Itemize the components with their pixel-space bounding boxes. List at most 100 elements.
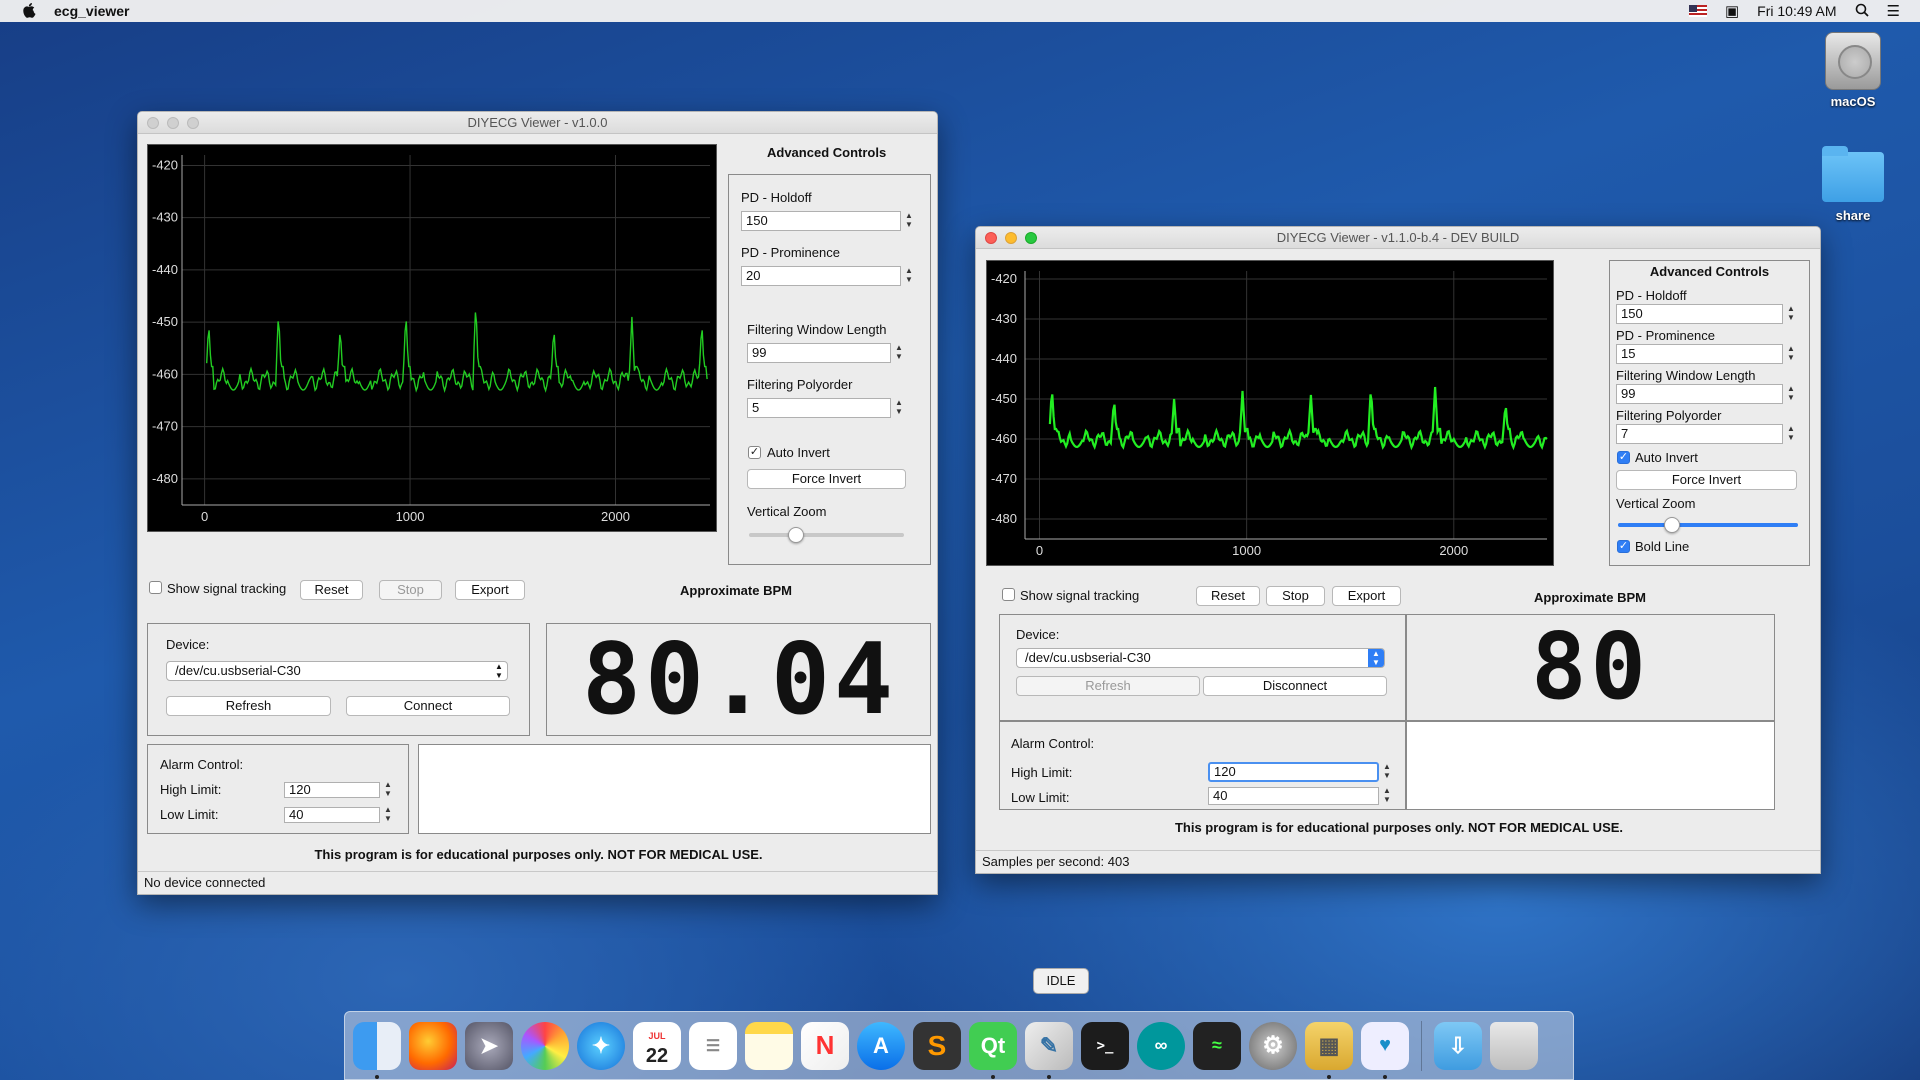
low-limit-spinbox[interactable]: 40 — [1208, 787, 1379, 805]
auto-invert-checkbox[interactable]: ✓ — [1617, 451, 1630, 464]
device-panel: Device: /dev/cu.usbserial-C30 ▲ ▼ Refresh … — [147, 623, 530, 736]
finder-icon[interactable] — [353, 1021, 401, 1079]
low-limit-spinbox[interactable]: 40 — [284, 807, 380, 823]
menubar-clock[interactable]: Fri 10:49 AM — [1757, 3, 1836, 19]
vertical-zoom-slider[interactable] — [1618, 517, 1798, 533]
disconnect-button[interactable]: Disconnect — [1203, 676, 1387, 696]
firefox-icon[interactable] — [409, 1021, 457, 1070]
calendar-icon[interactable]: JUL 22 — [633, 1021, 681, 1070]
y-tick-label: -450 — [152, 314, 178, 329]
ecg-trace — [1048, 386, 1548, 451]
auto-invert-checkbox[interactable]: ✓ — [748, 446, 761, 459]
vertical-zoom-label: Vertical Zoom — [1616, 496, 1696, 511]
force-invert-button[interactable]: Force Invert — [747, 469, 906, 489]
close-window-button[interactable] — [985, 232, 997, 244]
slider-knob[interactable] — [787, 527, 804, 543]
polyorder-stepper[interactable]: ▲ ▼ — [1785, 424, 1797, 444]
y-tick-label: -480 — [152, 471, 178, 486]
connect-button[interactable]: Connect — [346, 696, 510, 716]
high-limit-spinbox[interactable]: 120 — [284, 782, 380, 798]
minimize-window-button[interactable] — [1005, 232, 1017, 244]
minimize-window-button[interactable] — [167, 117, 179, 129]
window-title-bar[interactable]: DIYECG Viewer - v1.0.0 — [138, 112, 937, 134]
stop-button[interactable]: Stop — [1266, 586, 1325, 606]
zoom-window-button[interactable] — [1025, 232, 1037, 244]
trash-icon[interactable] — [1490, 1021, 1538, 1070]
news-icon[interactable]: N — [801, 1021, 849, 1070]
polyorder-label: Filtering Polyorder — [1616, 408, 1722, 423]
input-source-flag-icon[interactable] — [1688, 5, 1707, 17]
refresh-button[interactable]: Refresh — [1016, 676, 1200, 696]
high-limit-label: High Limit: — [160, 782, 222, 797]
close-window-button[interactable] — [147, 117, 159, 129]
arduino-icon[interactable]: ∞ — [1137, 1021, 1185, 1070]
reset-button[interactable]: Reset — [1196, 586, 1260, 606]
holdoff-spinbox[interactable]: 150 — [741, 211, 901, 231]
prominence-spinbox[interactable]: 15 — [1616, 344, 1783, 364]
high-limit-stepper[interactable]: ▲ ▼ — [382, 780, 394, 800]
system-preferences-icon[interactable]: ⚙ — [1249, 1021, 1297, 1070]
vertical-zoom-slider[interactable] — [749, 527, 904, 543]
export-button[interactable]: Export — [1332, 586, 1401, 606]
desktop-disk-macos[interactable]: macOS — [1808, 32, 1898, 109]
show-tracking-checkbox[interactable] — [149, 581, 162, 594]
low-limit-stepper[interactable]: ▲ ▼ — [382, 805, 394, 825]
launchpad-icon[interactable]: ➤ — [465, 1021, 513, 1070]
prominence-spinbox[interactable]: 20 — [741, 266, 901, 286]
spotlight-search-icon[interactable] — [1855, 3, 1869, 20]
force-invert-button[interactable]: Force Invert — [1616, 470, 1797, 490]
stop-button[interactable]: Stop — [379, 580, 442, 600]
desktop-folder-share[interactable]: share — [1808, 146, 1898, 223]
window-dev-build[interactable]: DIYECG Viewer - v1.1.0-b.4 - DEV BUILD -… — [975, 226, 1821, 874]
notification-center-icon[interactable]: ☰ — [1887, 2, 1900, 20]
qt-creator-icon[interactable]: Qt — [969, 1021, 1017, 1079]
activity-monitor-icon[interactable]: ≈ — [1193, 1021, 1241, 1070]
high-limit-spinbox[interactable]: 120 — [1208, 762, 1379, 782]
slider-knob[interactable] — [1664, 517, 1680, 533]
safari-icon[interactable]: ✦ — [577, 1021, 625, 1070]
status-bar: No device connected — [138, 871, 937, 893]
show-tracking-checkbox[interactable] — [1002, 588, 1015, 601]
polyorder-stepper[interactable]: ▲ ▼ — [893, 398, 905, 418]
refresh-button[interactable]: Refresh — [166, 696, 331, 716]
menu-bar: ecg_viewer ▣ Fri 10:49 AM ☰ — [0, 0, 1920, 22]
filter-window-spinbox[interactable]: 99 — [747, 343, 891, 363]
prominence-stepper[interactable]: ▲ ▼ — [903, 266, 915, 286]
photos-icon[interactable] — [521, 1021, 569, 1070]
polyorder-spinbox[interactable]: 5 — [747, 398, 891, 418]
export-button[interactable]: Export — [455, 580, 525, 600]
ecg-viewer-app-icon[interactable]: ♥ — [1361, 1021, 1409, 1079]
python-idle-icon[interactable]: ✎ — [1025, 1021, 1073, 1079]
file-folder-app-icon[interactable]: ▦ — [1305, 1021, 1353, 1079]
zoom-window-button[interactable] — [187, 117, 199, 129]
terminal-icon[interactable]: >_ — [1081, 1021, 1129, 1070]
polyorder-spinbox[interactable]: 7 — [1616, 424, 1783, 444]
downloads-folder-icon[interactable]: ⇩ — [1434, 1021, 1482, 1070]
filter-window-stepper[interactable]: ▲ ▼ — [893, 343, 905, 363]
holdoff-stepper[interactable]: ▲ ▼ — [903, 211, 915, 231]
sublime-text-icon[interactable]: S — [913, 1021, 961, 1070]
reminders-icon[interactable]: ☰ — [689, 1021, 737, 1070]
device-select[interactable]: /dev/cu.usbserial-C30 ▲ ▼ — [166, 661, 508, 681]
low-limit-stepper[interactable]: ▲ ▼ — [1381, 786, 1393, 806]
notes-icon[interactable] — [745, 1021, 793, 1070]
app-store-icon[interactable]: A — [857, 1021, 905, 1070]
apple-menu-icon[interactable] — [20, 1, 40, 21]
calendar-month: JUL — [648, 1030, 666, 1041]
display-mirroring-icon[interactable]: ▣ — [1725, 2, 1739, 20]
ecg-plot[interactable]: -420 -430 -440 -450 -460 -470 -480 0 1000 2000 — [986, 260, 1554, 566]
show-tracking-label: Show signal tracking — [1020, 588, 1140, 603]
device-select[interactable]: /dev/cu.usbserial-C30 ▲ ▼ — [1016, 648, 1385, 668]
bold-line-checkbox[interactable]: ✓ — [1617, 540, 1630, 553]
holdoff-spinbox[interactable]: 150 — [1616, 304, 1783, 324]
reset-button[interactable]: Reset — [300, 580, 363, 600]
window-v100[interactable]: DIYECG Viewer - v1.0.0 -420 -430 -440 -450-… — [137, 111, 938, 895]
filter-window-spinbox[interactable]: 99 — [1616, 384, 1783, 404]
filter-window-stepper[interactable]: ▲ ▼ — [1785, 384, 1797, 404]
app-menu-name[interactable]: ecg_viewer — [54, 3, 130, 19]
high-limit-stepper[interactable]: ▲ ▼ — [1381, 762, 1393, 782]
holdoff-stepper[interactable]: ▲ ▼ — [1785, 304, 1797, 324]
window-title-bar[interactable]: DIYECG Viewer - v1.1.0-b.4 - DEV BUILD — [976, 227, 1820, 249]
prominence-stepper[interactable]: ▲ ▼ — [1785, 344, 1797, 364]
ecg-plot[interactable]: -420 -430 -440 -450 -460 -470 -480 0 1000 2000 — [147, 144, 717, 532]
